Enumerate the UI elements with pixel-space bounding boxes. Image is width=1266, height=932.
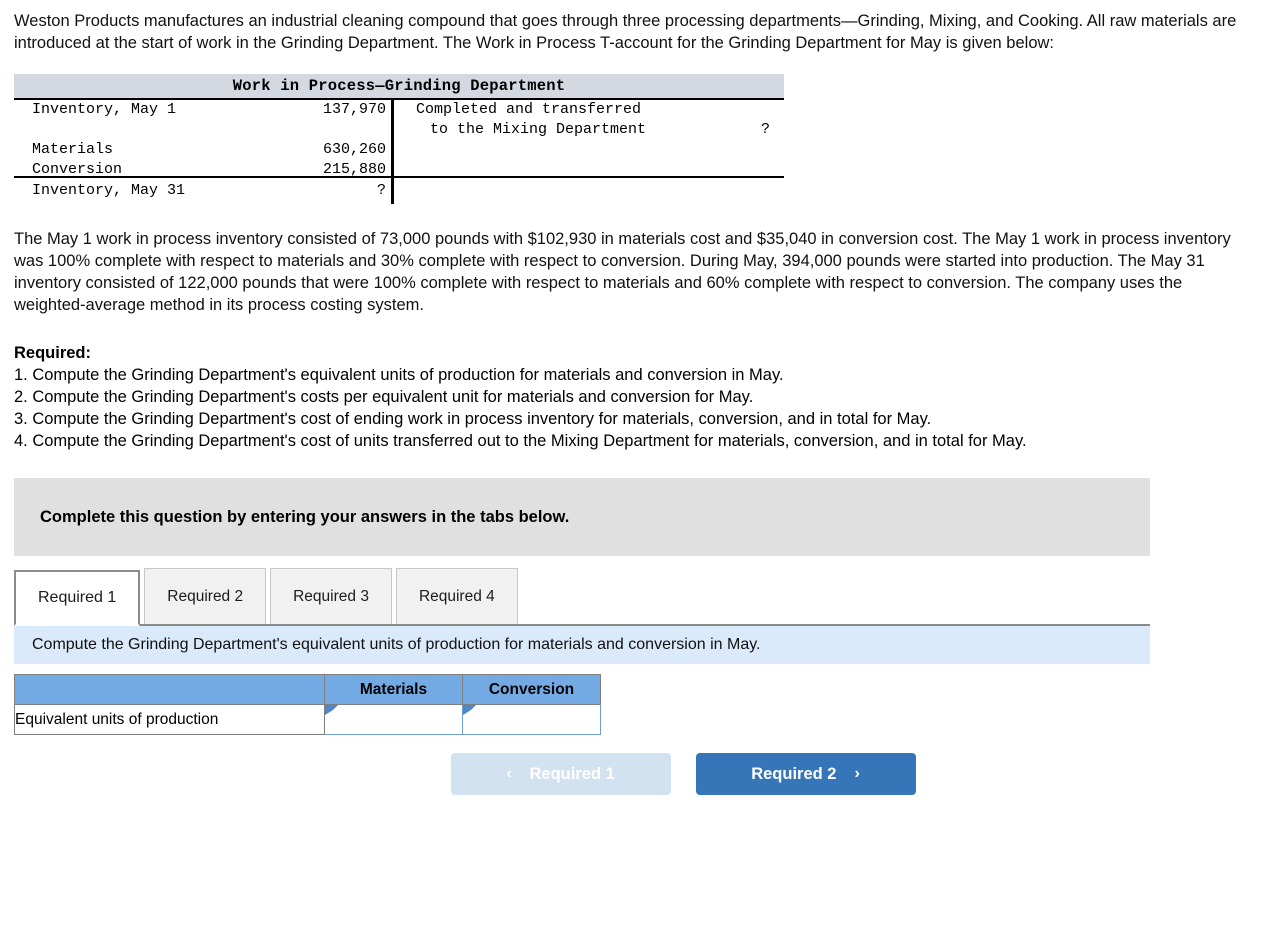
tab-required-2[interactable]: Required 2 <box>144 568 267 624</box>
t-account-row-amount: ? <box>760 121 770 138</box>
t-account-row: to the Mixing Department ? <box>394 120 784 140</box>
materials-input[interactable] <box>325 705 462 734</box>
tab-required-1[interactable]: Required 1 <box>14 570 141 626</box>
conversion-input-cell[interactable] <box>462 704 601 735</box>
previous-required-button[interactable]: ‹ Required 1 <box>450 753 671 795</box>
cell-marker-icon <box>463 705 476 715</box>
t-account-footer-amount: ? <box>376 182 386 199</box>
instruction-bar-text: Complete this question by entering your … <box>40 507 570 526</box>
required-item-2: 2. Compute the Grinding Department's cos… <box>14 388 754 406</box>
intro-paragraph: Weston Products manufactures an industri… <box>14 12 1237 52</box>
t-account-row-label: Completed and transferred <box>416 101 642 118</box>
requirement-tab-strip: Required 1 Required 2 Required 3 Require… <box>14 568 1150 626</box>
t-account-row: Materials 630,260 <box>14 140 391 160</box>
required-heading: Required: <box>14 344 92 362</box>
t-account-row-amount: 630,260 <box>322 141 386 158</box>
required-item-3: 3. Compute the Grinding Department's cos… <box>14 410 932 428</box>
instruction-bar: Complete this question by entering your … <box>14 478 1150 556</box>
work-in-process-t-account: Work in Process—Grinding Department Inve… <box>14 74 784 204</box>
column-header-materials: Materials <box>324 674 463 705</box>
answer-table-head: Materials Conversion <box>14 674 601 705</box>
sub-instruction-band: Compute the Grinding Department's equiva… <box>14 626 1150 664</box>
t-account-footer-row: Inventory, May 31 ? <box>14 178 391 204</box>
row-label-equivalent-units: Equivalent units of production <box>14 704 325 735</box>
answer-table-header-row: Materials Conversion <box>14 674 601 705</box>
tab-label: Required 2 <box>167 587 244 605</box>
required-section: Required: 1. Compute the Grinding Depart… <box>14 342 1252 452</box>
t-account-row-label: to the Mixing Department <box>430 121 647 138</box>
sub-instruction-text: Compute the Grinding Department's equiva… <box>32 636 761 653</box>
tab-label: Required 4 <box>418 587 495 605</box>
tab-required-4[interactable]: Required 4 <box>395 568 518 624</box>
t-account-debit-side: Inventory, May 1 137,970 Materials 630,2… <box>14 100 391 178</box>
t-account-footer: Inventory, May 31 ? <box>14 176 784 204</box>
navigation-buttons: ‹ Required 1 Required 2 › <box>14 753 1252 795</box>
t-account-row-label: Materials <box>32 141 114 158</box>
problem-page: Weston Products manufactures an industri… <box>0 0 1266 795</box>
t-account-center-divider <box>391 100 394 204</box>
tab-label: Required 1 <box>38 589 117 606</box>
materials-input-cell[interactable] <box>324 704 463 735</box>
t-account-footer-label: Inventory, May 31 <box>32 182 186 199</box>
previous-button-label: Required 1 <box>529 764 615 783</box>
required-item-4: 4. Compute the Grinding Department's cos… <box>14 432 1027 450</box>
t-account-row-label: Inventory, May 1 <box>32 101 177 118</box>
chevron-right-icon: › <box>854 765 860 782</box>
tab-label: Required 3 <box>293 587 369 605</box>
next-required-button[interactable]: Required 2 › <box>695 753 916 795</box>
chevron-left-icon: ‹ <box>506 765 512 782</box>
table-row: Equivalent units of production <box>14 704 601 735</box>
t-account-row-amount: 137,970 <box>322 101 386 118</box>
t-account-spacer <box>14 120 391 140</box>
t-account-row: Inventory, May 1 137,970 <box>14 100 391 120</box>
tab-required-3[interactable]: Required 3 <box>270 568 392 624</box>
required-item-1: 1. Compute the Grinding Department's equ… <box>14 366 784 384</box>
t-account-title: Work in Process—Grinding Department <box>14 74 784 98</box>
conversion-input[interactable] <box>463 705 600 734</box>
t-account-body: Inventory, May 1 137,970 Materials 630,2… <box>14 98 784 204</box>
cell-marker-icon <box>325 705 338 715</box>
column-header-conversion: Conversion <box>462 674 601 705</box>
answer-table-body: Equivalent units of production <box>14 704 601 735</box>
t-account-footer-debit: Inventory, May 31 ? <box>14 178 391 204</box>
next-button-label: Required 2 <box>751 764 837 783</box>
t-account-row: Completed and transferred <box>394 100 784 120</box>
t-account-credit-side: Completed and transferred to the Mixing … <box>394 100 784 176</box>
facts-paragraph: The May 1 work in process inventory cons… <box>14 230 1231 314</box>
equivalent-units-answer-table: Materials Conversion Equivalent units of… <box>14 674 601 735</box>
column-header-blank <box>14 674 325 705</box>
